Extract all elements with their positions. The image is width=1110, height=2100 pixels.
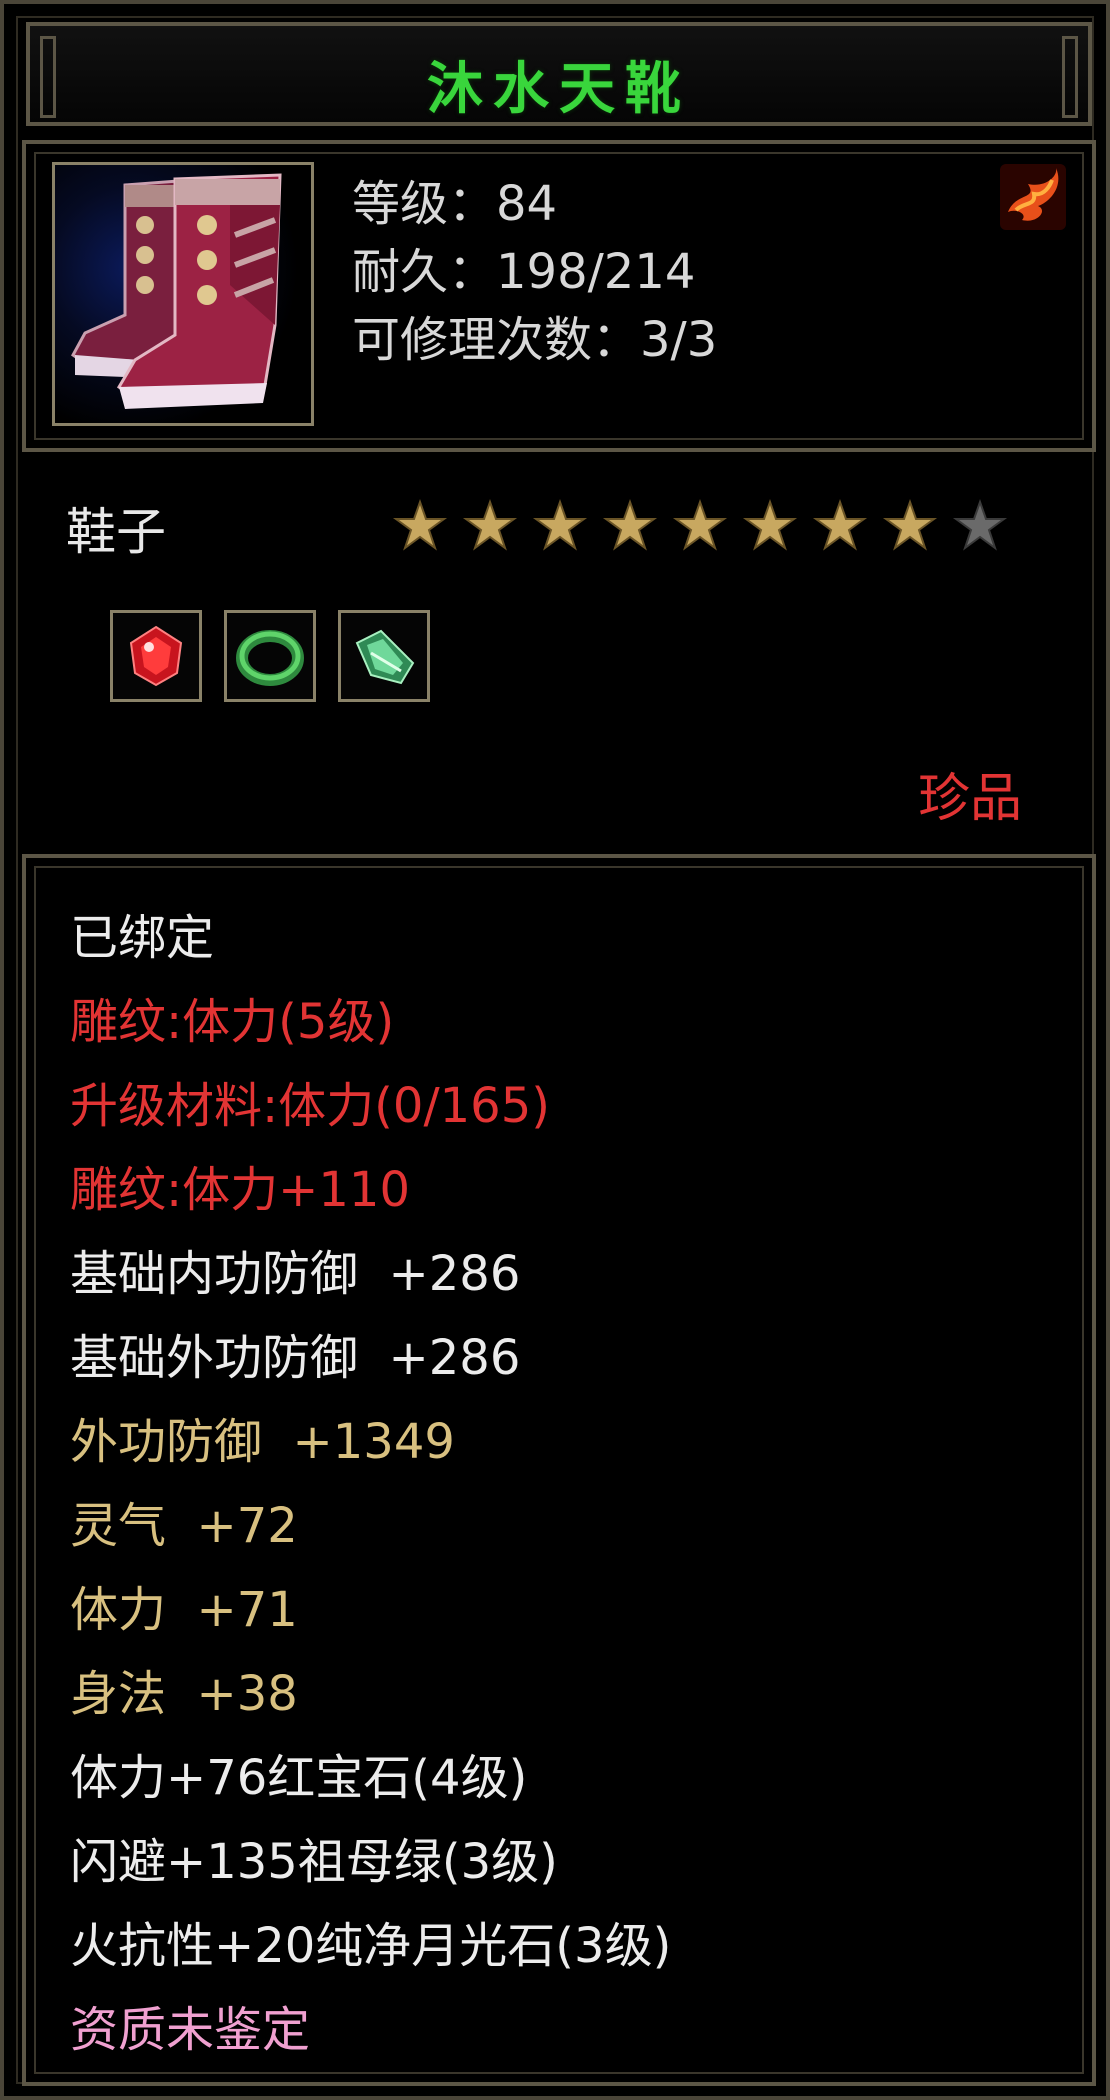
attribute-line: 基础外功防御 +286 — [70, 1330, 521, 1386]
attribute-list: 已绑定雕纹:体力(5级) 升级材料:体力(0/165) 雕纹:体力+110 基础内功防… — [22, 854, 1096, 2086]
item-name: 沐水天靴 — [427, 57, 691, 122]
gem-slot[interactable] — [224, 610, 316, 702]
star-filled-icon — [462, 498, 518, 551]
gem-slots — [110, 610, 430, 702]
attribute-line: 身法 +38 — [70, 1666, 298, 1722]
item-type-label: 鞋子 — [66, 503, 166, 561]
star-rating — [392, 498, 1008, 554]
attribute-line: 升级材料:体力(0/165) — [70, 1078, 550, 1134]
attribute-line: 外功防御 +1349 — [70, 1414, 455, 1470]
quality-label: 珍品 — [917, 769, 1022, 829]
attribute-line: 资质未鉴定 — [70, 2002, 311, 2058]
item-tooltip: 沐水天靴 等级：84 耐久：198/214 可修理次数：3/3 鞋子 珍品 已绑… — [0, 0, 1110, 2100]
attribute-line: 雕纹:体力(5级) — [70, 994, 395, 1050]
fire-emblem-icon[interactable] — [998, 162, 1068, 232]
gem-slot[interactable] — [110, 610, 202, 702]
star-filled-icon — [672, 498, 728, 551]
red-gem-icon — [129, 625, 183, 687]
item-info-box: 等级：84 耐久：198/214 可修理次数：3/3 — [22, 140, 1096, 452]
attribute-line: 火抗性+20纯净月光石(3级) — [70, 1918, 672, 1974]
star-filled-icon — [532, 498, 588, 551]
star-filled-icon — [812, 498, 868, 551]
gem-slot[interactable] — [338, 610, 430, 702]
green-ring-gem-icon — [236, 630, 304, 686]
title-bar: 沐水天靴 — [26, 22, 1092, 126]
attribute-line: 闪避+135祖母绿(3级) — [70, 1834, 558, 1890]
repair-count-stat: 可修理次数：3/3 — [352, 312, 718, 368]
star-filled-icon — [602, 498, 658, 551]
star-filled-icon — [392, 498, 448, 551]
attribute-line: 灵气 +72 — [70, 1498, 298, 1554]
durability-stat: 耐久：198/214 — [352, 244, 696, 300]
star-filled-icon — [882, 498, 938, 551]
attribute-line: 体力+76红宝石(4级) — [70, 1750, 528, 1806]
level-stat: 等级：84 — [352, 176, 558, 232]
green-crystal-gem-icon — [355, 629, 415, 685]
item-image-frame — [52, 162, 314, 426]
attribute-line: 基础内功防御 +286 — [70, 1246, 521, 1302]
attribute-line: 体力 +71 — [70, 1582, 298, 1638]
attribute-line: 已绑定 — [70, 910, 215, 966]
star-filled-icon — [742, 498, 798, 551]
boots-icon — [71, 173, 282, 409]
attribute-line: 雕纹:体力+110 — [70, 1162, 411, 1218]
star-empty-icon — [952, 498, 1008, 551]
